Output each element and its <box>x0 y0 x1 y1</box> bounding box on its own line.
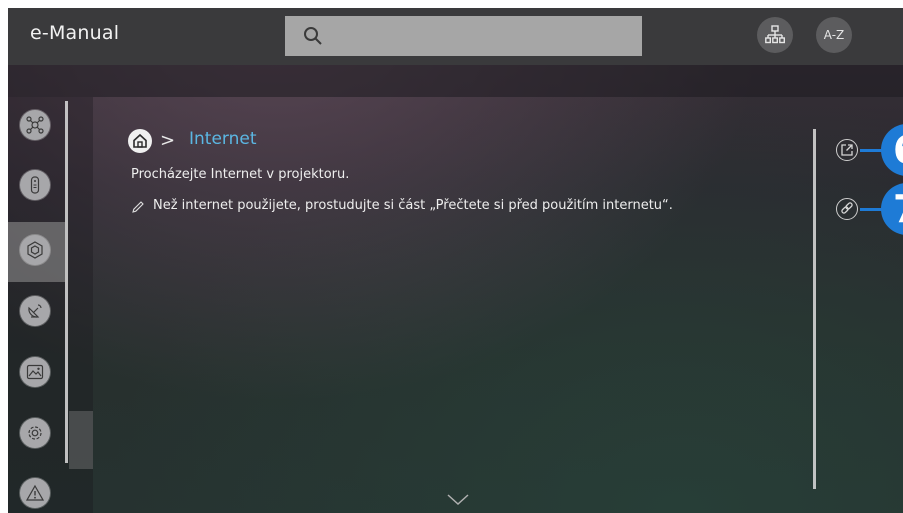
picture-sound-icon <box>26 364 44 380</box>
connections-icon <box>26 116 44 134</box>
sidebar-item-smart-features[interactable] <box>8 222 65 282</box>
sidebar-item-connections[interactable] <box>8 97 65 157</box>
open-new-window-button[interactable] <box>836 139 858 161</box>
remote-icon <box>30 176 40 194</box>
chevron-right-icon: > <box>160 130 176 151</box>
a-z-index-button[interactable]: A-Z <box>816 17 852 53</box>
search-icon <box>304 27 322 45</box>
sidebar-scroll-area <box>69 411 93 469</box>
app-title: e-Manual <box>30 22 120 44</box>
page-description: Procházejte Internet v projektoru. <box>131 167 350 182</box>
link-icon <box>841 202 853 214</box>
e-manual-screen: e-Manual A-Z > Internet Procházejte Inte… <box>8 8 903 513</box>
sitemap-button[interactable] <box>757 17 793 53</box>
sidebar-item-satellite[interactable] <box>8 283 65 343</box>
sidebar-item-remote[interactable] <box>8 157 65 217</box>
chevron-down-icon[interactable] <box>446 493 470 507</box>
content-scrollbar[interactable] <box>813 129 816 489</box>
content-panel: > Internet Procházejte Internet v projek… <box>93 97 903 513</box>
category-sidebar <box>8 97 93 513</box>
sub-header-bar <box>8 65 903 97</box>
home-icon[interactable] <box>128 129 152 153</box>
smart-features-icon <box>27 241 43 259</box>
sitemap-icon <box>765 25 786 44</box>
top-bar: e-Manual A-Z <box>8 8 903 65</box>
satellite-dish-icon <box>28 304 42 318</box>
breadcrumb-current[interactable]: Internet <box>189 129 257 149</box>
pencil-icon <box>132 201 144 213</box>
sidebar-item-warning[interactable] <box>8 465 65 513</box>
home-glyph-icon <box>133 133 147 148</box>
sidebar-scrollbar[interactable] <box>65 101 68 463</box>
open-new-window-icon <box>841 144 853 156</box>
settings-gear-icon <box>28 426 42 440</box>
callout-badge-6: 6 <box>881 124 903 176</box>
sidebar-item-picture-sound[interactable] <box>8 344 65 404</box>
sidebar-item-settings[interactable] <box>8 405 65 465</box>
search-input[interactable] <box>285 16 642 56</box>
callout-badge-7: 7 <box>881 183 903 235</box>
link-button[interactable] <box>836 198 858 220</box>
note-text: Než internet použijete, prostudujte si č… <box>153 198 673 213</box>
warning-icon <box>26 484 44 501</box>
